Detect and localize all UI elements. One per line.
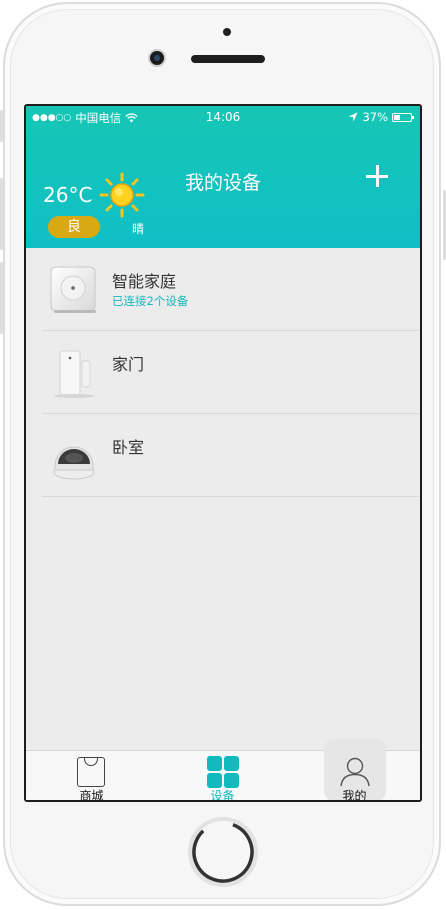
device-item-front-door[interactable]: 家门 <box>26 331 420 414</box>
camera-device-icon <box>53 446 95 480</box>
battery-level <box>394 114 400 120</box>
grid-icon <box>207 756 239 788</box>
earpiece-speaker <box>191 55 265 63</box>
sun-icon <box>99 172 145 218</box>
volume-up-button <box>0 178 3 250</box>
tab-label: 设备 <box>210 789 235 800</box>
tab-devices[interactable]: 设备 <box>157 751 288 800</box>
door-sensor-icon <box>54 350 94 398</box>
device-list: 智能家庭 已连接2个设备 家门 卧室 <box>26 248 420 497</box>
weather-condition: 晴 <box>132 222 145 236</box>
divider <box>42 496 420 497</box>
air-quality-badge: 良 <box>48 216 100 238</box>
location-arrow-icon <box>348 112 358 122</box>
volume-down-button <box>0 262 3 334</box>
device-item-smart-home[interactable]: 智能家庭 已连接2个设备 <box>26 248 420 331</box>
tab-label: 商城 <box>79 789 104 800</box>
device-name: 智能家庭 <box>112 272 177 291</box>
gateway-device-icon <box>50 266 96 313</box>
temperature: 26°C <box>43 183 93 207</box>
status-bar: ●●●○○ 中国电信 14:06 37% <box>26 106 420 128</box>
front-sensor <box>223 28 231 36</box>
screen: ●●●○○ 中国电信 14:06 37% 我的设备 26°C 良 晴 智能家庭 … <box>24 104 422 802</box>
device-item-bedroom[interactable]: 卧室 <box>26 414 420 497</box>
device-name: 家门 <box>112 355 145 374</box>
device-status: 已连接2个设备 <box>112 294 189 308</box>
app-header: ●●●○○ 中国电信 14:06 37% 我的设备 26°C 良 晴 <box>26 106 420 248</box>
status-right: 37% <box>348 110 414 124</box>
add-device-button[interactable] <box>362 162 392 192</box>
front-camera <box>150 51 164 65</box>
tab-label: 我的 <box>342 789 367 800</box>
battery-icon <box>392 112 414 122</box>
app-screen: ●●●○○ 中国电信 14:06 37% 我的设备 26°C 良 晴 智能家庭 … <box>26 106 420 800</box>
device-name: 卧室 <box>112 438 145 457</box>
loading-ring-icon <box>192 821 254 883</box>
tab-mall[interactable]: 商城 <box>26 751 157 800</box>
battery-percent: 37% <box>362 110 388 124</box>
shopping-bag-icon <box>77 757 105 787</box>
tab-profile[interactable]: 我的 <box>289 751 420 800</box>
mute-switch <box>0 110 3 142</box>
user-icon <box>340 757 370 787</box>
tab-bar: 商城 设备 我的 <box>26 739 420 800</box>
